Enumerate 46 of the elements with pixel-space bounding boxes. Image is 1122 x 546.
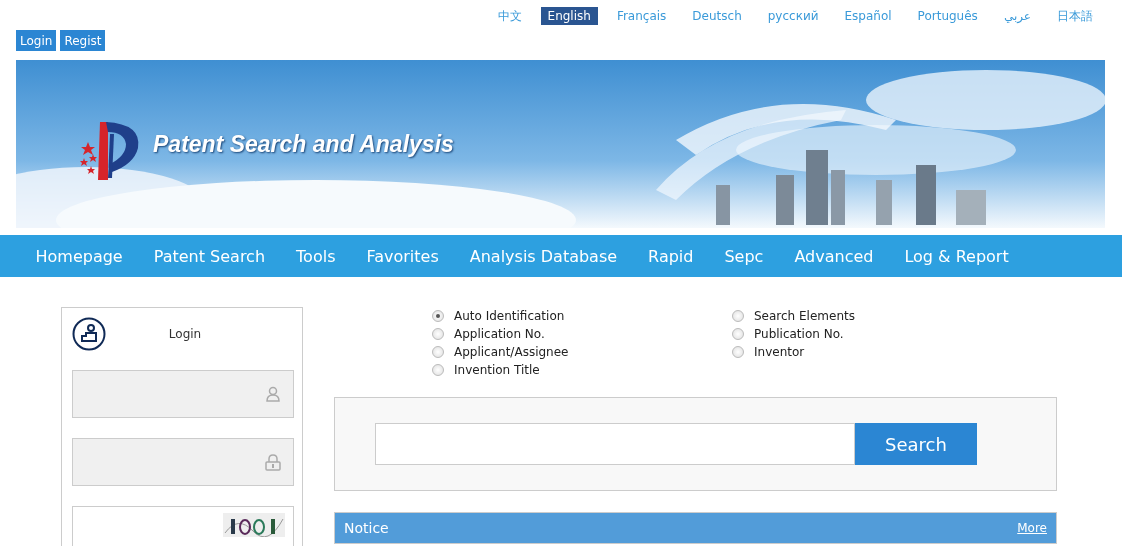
radio-label: Inventor (754, 345, 805, 359)
radio-button[interactable] (432, 346, 444, 358)
more-link[interactable]: More (1017, 521, 1047, 535)
radio-button[interactable] (432, 328, 444, 340)
radio-label: Auto Identification (454, 309, 565, 323)
username-field[interactable] (72, 370, 294, 418)
account-button[interactable]: Login (16, 30, 57, 51)
search-field[interactable] (375, 423, 855, 465)
radio-button[interactable] (732, 346, 744, 358)
user-avatar-icon (72, 317, 106, 351)
login-heading: Login (167, 327, 203, 341)
account-button[interactable]: Regist (60, 30, 106, 51)
radio-label: Search Elements (754, 309, 855, 323)
radio-button[interactable] (732, 328, 744, 340)
user-icon (265, 386, 281, 402)
language-link[interactable]: 中文 (490, 5, 529, 27)
language-link[interactable]: English (540, 7, 598, 25)
nav-link[interactable]: Advanced (778, 246, 889, 266)
nav-link[interactable]: Rapid (632, 246, 709, 266)
language-link[interactable]: русский (760, 7, 826, 25)
radio-button[interactable] (432, 364, 444, 376)
radio-label: Application No. (454, 327, 545, 341)
nav-link[interactable]: Favorites (350, 246, 455, 266)
nav-link[interactable]: Homepage (20, 246, 139, 266)
nav-link[interactable]: Sepc (708, 246, 779, 266)
password-field[interactable] (72, 438, 294, 486)
lock-icon (265, 453, 281, 471)
nav-link[interactable]: Analysis Database (454, 246, 633, 266)
radio-label: Applicant/Assignee (454, 345, 569, 359)
language-link[interactable]: Español (837, 7, 899, 25)
search-button[interactable]: Search (855, 423, 977, 465)
nav-link[interactable]: Patent Search (138, 246, 281, 266)
radio-button[interactable] (732, 310, 744, 322)
language-link[interactable]: Français (609, 7, 674, 25)
language-link[interactable]: Deutsch (685, 7, 749, 25)
radio-label: Invention Title (454, 363, 540, 377)
nav-link[interactable]: Tools (280, 246, 351, 266)
radio-label: Publication No. (754, 327, 844, 341)
notice-title: Notice (344, 520, 389, 536)
captcha-field[interactable] (72, 506, 294, 546)
radio-button[interactable] (432, 310, 444, 322)
language-link[interactable]: 日本語 (1050, 5, 1100, 27)
language-link[interactable]: عربي (996, 7, 1038, 25)
nav-link[interactable]: Log & Report (888, 246, 1025, 266)
language-link[interactable]: Português (910, 7, 985, 25)
site-title: Patent Search and Analysis (153, 131, 454, 158)
